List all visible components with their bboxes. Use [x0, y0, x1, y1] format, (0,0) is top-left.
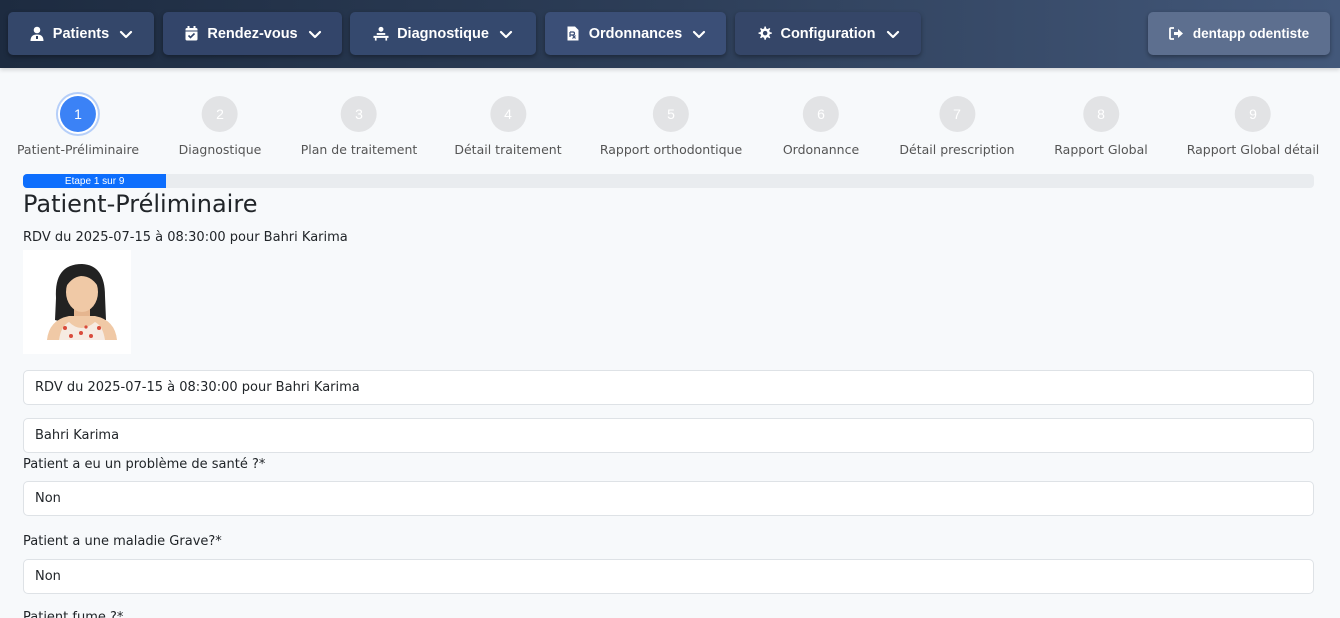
patient-avatar	[23, 250, 131, 354]
step-circle: 1	[60, 96, 96, 132]
wizard-stepper: 1 Patient-Préliminaire 2 Diagnostique 3 …	[0, 96, 1340, 166]
step-circle: 7	[938, 96, 975, 132]
step-7[interactable]: 7 Détail prescription	[899, 96, 1015, 157]
nav-diagnostique-button[interactable]: Diagnostique	[350, 12, 536, 55]
chevron-down-icon	[886, 27, 900, 41]
nav-configuration-label: Configuration	[780, 25, 876, 42]
step-circle: 3	[341, 96, 377, 132]
step-1[interactable]: 1 Patient-Préliminaire	[17, 96, 139, 157]
step-circle: 6	[803, 96, 839, 132]
step-label: Rapport orthodontique	[599, 142, 743, 157]
step-label: Rapport Global	[1054, 142, 1148, 157]
health-problem-label: Patient a eu un problème de santé ?*	[23, 457, 266, 472]
step-4[interactable]: 4 Détail traitement	[454, 96, 562, 157]
procedures-icon	[373, 26, 389, 42]
step-2[interactable]: 2 Diagnostique	[178, 96, 262, 157]
serious-illness-select[interactable]: Non	[23, 559, 1314, 594]
nav-ordonnances-label: Ordonnances	[588, 25, 683, 42]
nav-diagnostique-label: Diagnostique	[397, 25, 489, 42]
step-circle: 5	[652, 96, 689, 132]
step-label: Détail traitement	[454, 142, 562, 157]
nav-rendezvous-button[interactable]: Rendez-vous	[163, 12, 342, 55]
step-label: Rapport Global détail	[1186, 142, 1320, 157]
smoker-label: Patient fume ?*	[23, 610, 124, 618]
top-navbar: Patients Rendez-vous Diagnostique Ordonn…	[0, 0, 1340, 68]
user-logout-button[interactable]: dentapp odentiste	[1148, 12, 1330, 55]
rdv-select[interactable]: RDV du 2025-07-15 à 08:30:00 pour Bahri …	[23, 370, 1314, 405]
page-title: Patient-Préliminaire	[23, 190, 258, 218]
step-label: Diagnostique	[178, 142, 262, 157]
step-label: Ordonannce	[782, 142, 860, 157]
wizard-progress: Etape 1 sur 9	[23, 174, 1314, 188]
chevron-down-icon	[308, 27, 322, 41]
step-circle: 9	[1235, 96, 1271, 132]
step-3[interactable]: 3 Plan de traitement	[300, 96, 418, 157]
step-8[interactable]: 8 Rapport Global	[1054, 96, 1148, 157]
gear-icon	[756, 26, 772, 42]
nav-rendezvous-label: Rendez-vous	[207, 25, 298, 42]
nav-patients-button[interactable]: Patients	[8, 12, 154, 55]
health-problem-select[interactable]: Non	[23, 481, 1314, 516]
sign-out-icon	[1169, 26, 1185, 42]
step-5[interactable]: 5 Rapport orthodontique	[600, 96, 742, 157]
nav-patients-label: Patients	[52, 25, 110, 42]
calendar-check-icon	[183, 26, 199, 42]
step-label: Plan de traitement	[300, 142, 418, 157]
nav-ordonnances-button[interactable]: Ordonnances	[545, 12, 726, 55]
prescription-file-icon	[565, 26, 581, 42]
step-circle: 2	[201, 96, 238, 132]
chevron-down-icon	[692, 27, 706, 41]
chevron-down-icon	[499, 27, 513, 41]
step-6[interactable]: 6 Ordonannce	[783, 96, 859, 157]
serious-illness-label: Patient a une maladie Grave?*	[23, 534, 222, 549]
nav-configuration-button[interactable]: Configuration	[735, 12, 921, 55]
step-label: Patient-Préliminaire	[16, 142, 140, 157]
progress-bar: Etape 1 sur 9	[23, 174, 167, 188]
step-label: Détail prescription	[899, 142, 1015, 157]
user-name-label: dentapp odentiste	[1192, 26, 1310, 41]
step-9[interactable]: 9 Rapport Global détail	[1186, 96, 1320, 157]
step-circle: 4	[489, 96, 526, 132]
rdv-summary: RDV du 2025-07-15 à 08:30:00 pour Bahri …	[23, 230, 348, 245]
chevron-down-icon	[119, 27, 133, 41]
patient-name-field[interactable]: Bahri Karima	[23, 418, 1314, 453]
step-circle: 8	[1082, 96, 1119, 132]
user-doctor-icon	[29, 26, 45, 42]
